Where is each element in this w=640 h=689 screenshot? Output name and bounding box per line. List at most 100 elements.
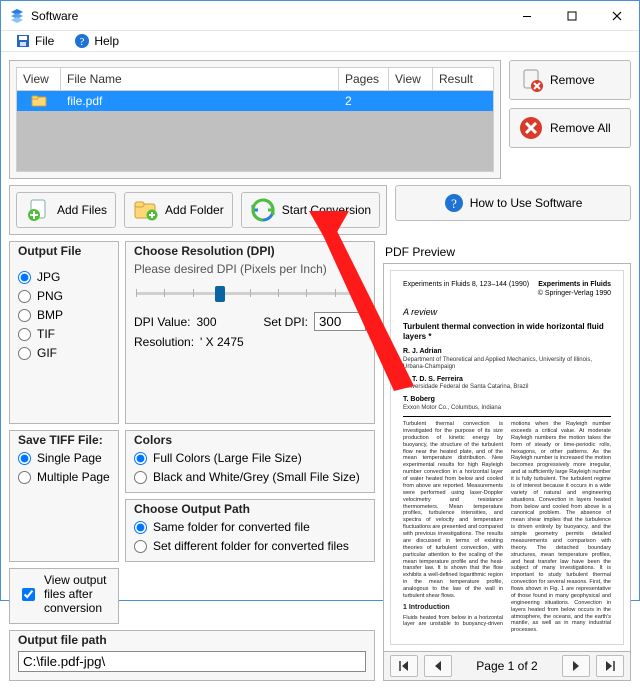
window-maximize-button[interactable]: [549, 1, 594, 30]
file-pages-cell: 2: [339, 92, 389, 110]
start-conversion-label: Start Conversion: [282, 203, 371, 217]
dpi-slider[interactable]: [134, 280, 366, 306]
doc-subtitle: Turbulent thermal convection in wide hor…: [403, 322, 611, 342]
radio-bmp[interactable]: BMP: [18, 308, 110, 322]
window-close-button[interactable]: [594, 1, 639, 30]
file-list-row[interactable]: file.pdf 2: [17, 91, 493, 111]
doc-author3: T. Boberg: [403, 396, 611, 405]
resolution-group: Choose Resolution (DPI) Please desired D…: [125, 241, 375, 424]
output-file-path-group: Output file path: [9, 630, 375, 681]
resolution-label: Resolution:: [134, 335, 194, 349]
colors-legend: Colors: [134, 433, 366, 447]
pdf-preview-title: PDF Preview: [385, 245, 631, 259]
radio-bw[interactable]: Black and White/Grey (Small File Size): [134, 470, 366, 484]
radio-multiple-page[interactable]: Multiple Page: [18, 470, 110, 484]
add-files-icon: [25, 197, 51, 223]
pager-last-button[interactable]: [596, 655, 624, 677]
start-conversion-button[interactable]: Start Conversion: [241, 192, 380, 228]
view-after-group: View output files after conversion: [9, 568, 119, 624]
doc-author2: R. T. D. S. Ferreira: [403, 376, 611, 385]
radio-different-folder[interactable]: Set different folder for converted files: [134, 539, 366, 553]
start-conversion-icon: [250, 197, 276, 223]
resolution-legend: Choose Resolution (DPI): [134, 244, 366, 258]
window-minimize-button[interactable]: [504, 1, 549, 30]
svg-text:?: ?: [451, 196, 457, 211]
file-list-header: View File Name Pages View Result: [16, 67, 494, 91]
file-name-cell: file.pdf: [61, 92, 339, 110]
pdf-page: Experiments in Fluids 8, 123–144 (1990) …: [390, 270, 624, 645]
pager-first-button[interactable]: [390, 655, 418, 677]
dpi-slider-thumb[interactable]: [215, 286, 225, 302]
dpi-value: 300: [196, 315, 216, 329]
menu-help-label: Help: [94, 34, 119, 48]
file-list-panel: View File Name Pages View Result file.pd…: [9, 60, 501, 179]
doc-pub-right: © Springer-Verlag 1990: [538, 290, 611, 297]
col-header-file-name[interactable]: File Name: [61, 68, 339, 90]
app-icon: [9, 8, 25, 24]
doc-journal-left: Experiments in Fluids 8, 123–144 (1990): [403, 281, 529, 299]
set-dpi-input[interactable]: [314, 312, 366, 331]
svg-text:?: ?: [80, 36, 85, 48]
add-files-label: Add Files: [57, 203, 107, 217]
actions-panel: Add Files Add Folder Start Conversion: [9, 185, 387, 235]
col-header-view[interactable]: View: [17, 68, 61, 90]
resolution-value: ' X 2475: [200, 335, 244, 349]
how-to-label: How to Use Software: [470, 196, 583, 210]
output-file-path-input[interactable]: [18, 651, 366, 672]
menu-help[interactable]: ? Help: [70, 31, 123, 51]
menu-file-label: File: [35, 34, 54, 48]
menu-file[interactable]: File: [11, 31, 58, 51]
add-folder-icon: [133, 197, 159, 223]
doc-affil1: Department of Theoretical and Applied Me…: [403, 357, 611, 372]
doc-section1: 1 Introduction: [403, 604, 503, 613]
file-thumb-icon: [31, 93, 47, 109]
doc-affil3: Exxon Motor Co., Columbus, Indiana: [403, 405, 611, 413]
output-file-legend: Output File: [18, 244, 110, 258]
radio-full-colors[interactable]: Full Colors (Large File Size): [134, 451, 366, 465]
remove-all-icon: [518, 115, 544, 141]
doc-body: Turbulent thermal convection is investig…: [403, 421, 611, 634]
output-file-path-legend: Output file path: [18, 633, 366, 647]
file-result-cell: [433, 99, 493, 103]
titlebar: Software: [1, 1, 639, 31]
radio-single-page[interactable]: Single Page: [18, 451, 110, 465]
doc-affil2: Universidade Federal de Santa Catarina, …: [403, 384, 611, 392]
add-files-button[interactable]: Add Files: [16, 192, 116, 228]
col-header-view2[interactable]: View: [389, 68, 433, 90]
radio-gif[interactable]: GIF: [18, 346, 110, 360]
remove-icon: [518, 67, 544, 93]
radio-same-folder[interactable]: Same folder for converted file: [134, 520, 366, 534]
dpi-value-label: DPI Value:: [134, 315, 190, 329]
add-folder-label: Add Folder: [165, 203, 224, 217]
window-title: Software: [31, 9, 78, 23]
colors-group: Colors Full Colors (Large File Size) Bla…: [125, 430, 375, 493]
radio-tif[interactable]: TIF: [18, 327, 110, 341]
remove-all-label: Remove All: [550, 121, 622, 135]
pager-next-button[interactable]: [562, 655, 590, 677]
remove-button[interactable]: Remove: [509, 60, 631, 100]
remove-all-button[interactable]: Remove All: [509, 108, 631, 148]
radio-jpg[interactable]: JPG: [18, 270, 110, 284]
pdf-preview-box: Experiments in Fluids 8, 123–144 (1990) …: [383, 263, 631, 652]
set-dpi-label: Set DPI:: [263, 315, 308, 329]
pager: Page 1 of 2: [383, 652, 631, 681]
output-file-group: Output File JPG PNG BMP TIF GIF: [9, 241, 119, 424]
save-icon: [15, 33, 31, 49]
output-path-legend: Choose Output Path: [134, 502, 366, 516]
radio-png[interactable]: PNG: [18, 289, 110, 303]
add-folder-button[interactable]: Add Folder: [124, 192, 233, 228]
save-tiff-legend: Save TIFF File:: [18, 433, 110, 447]
help-icon: ?: [74, 33, 90, 49]
pager-label: Page 1 of 2: [458, 659, 556, 673]
doc-author1: R. J. Adrian: [403, 348, 611, 357]
output-path-group: Choose Output Path Same folder for conve…: [125, 499, 375, 562]
remove-label: Remove: [550, 73, 622, 87]
info-icon: ?: [444, 193, 464, 213]
view-after-checkbox[interactable]: View output files after conversion: [18, 573, 110, 615]
pager-prev-button[interactable]: [424, 655, 452, 677]
col-header-result[interactable]: Result: [433, 68, 493, 90]
file-list-body[interactable]: file.pdf 2: [16, 91, 494, 172]
doc-journal-right: Experiments in Fluids: [538, 281, 611, 288]
col-header-pages[interactable]: Pages: [339, 68, 389, 90]
how-to-button[interactable]: ? How to Use Software: [395, 185, 631, 221]
